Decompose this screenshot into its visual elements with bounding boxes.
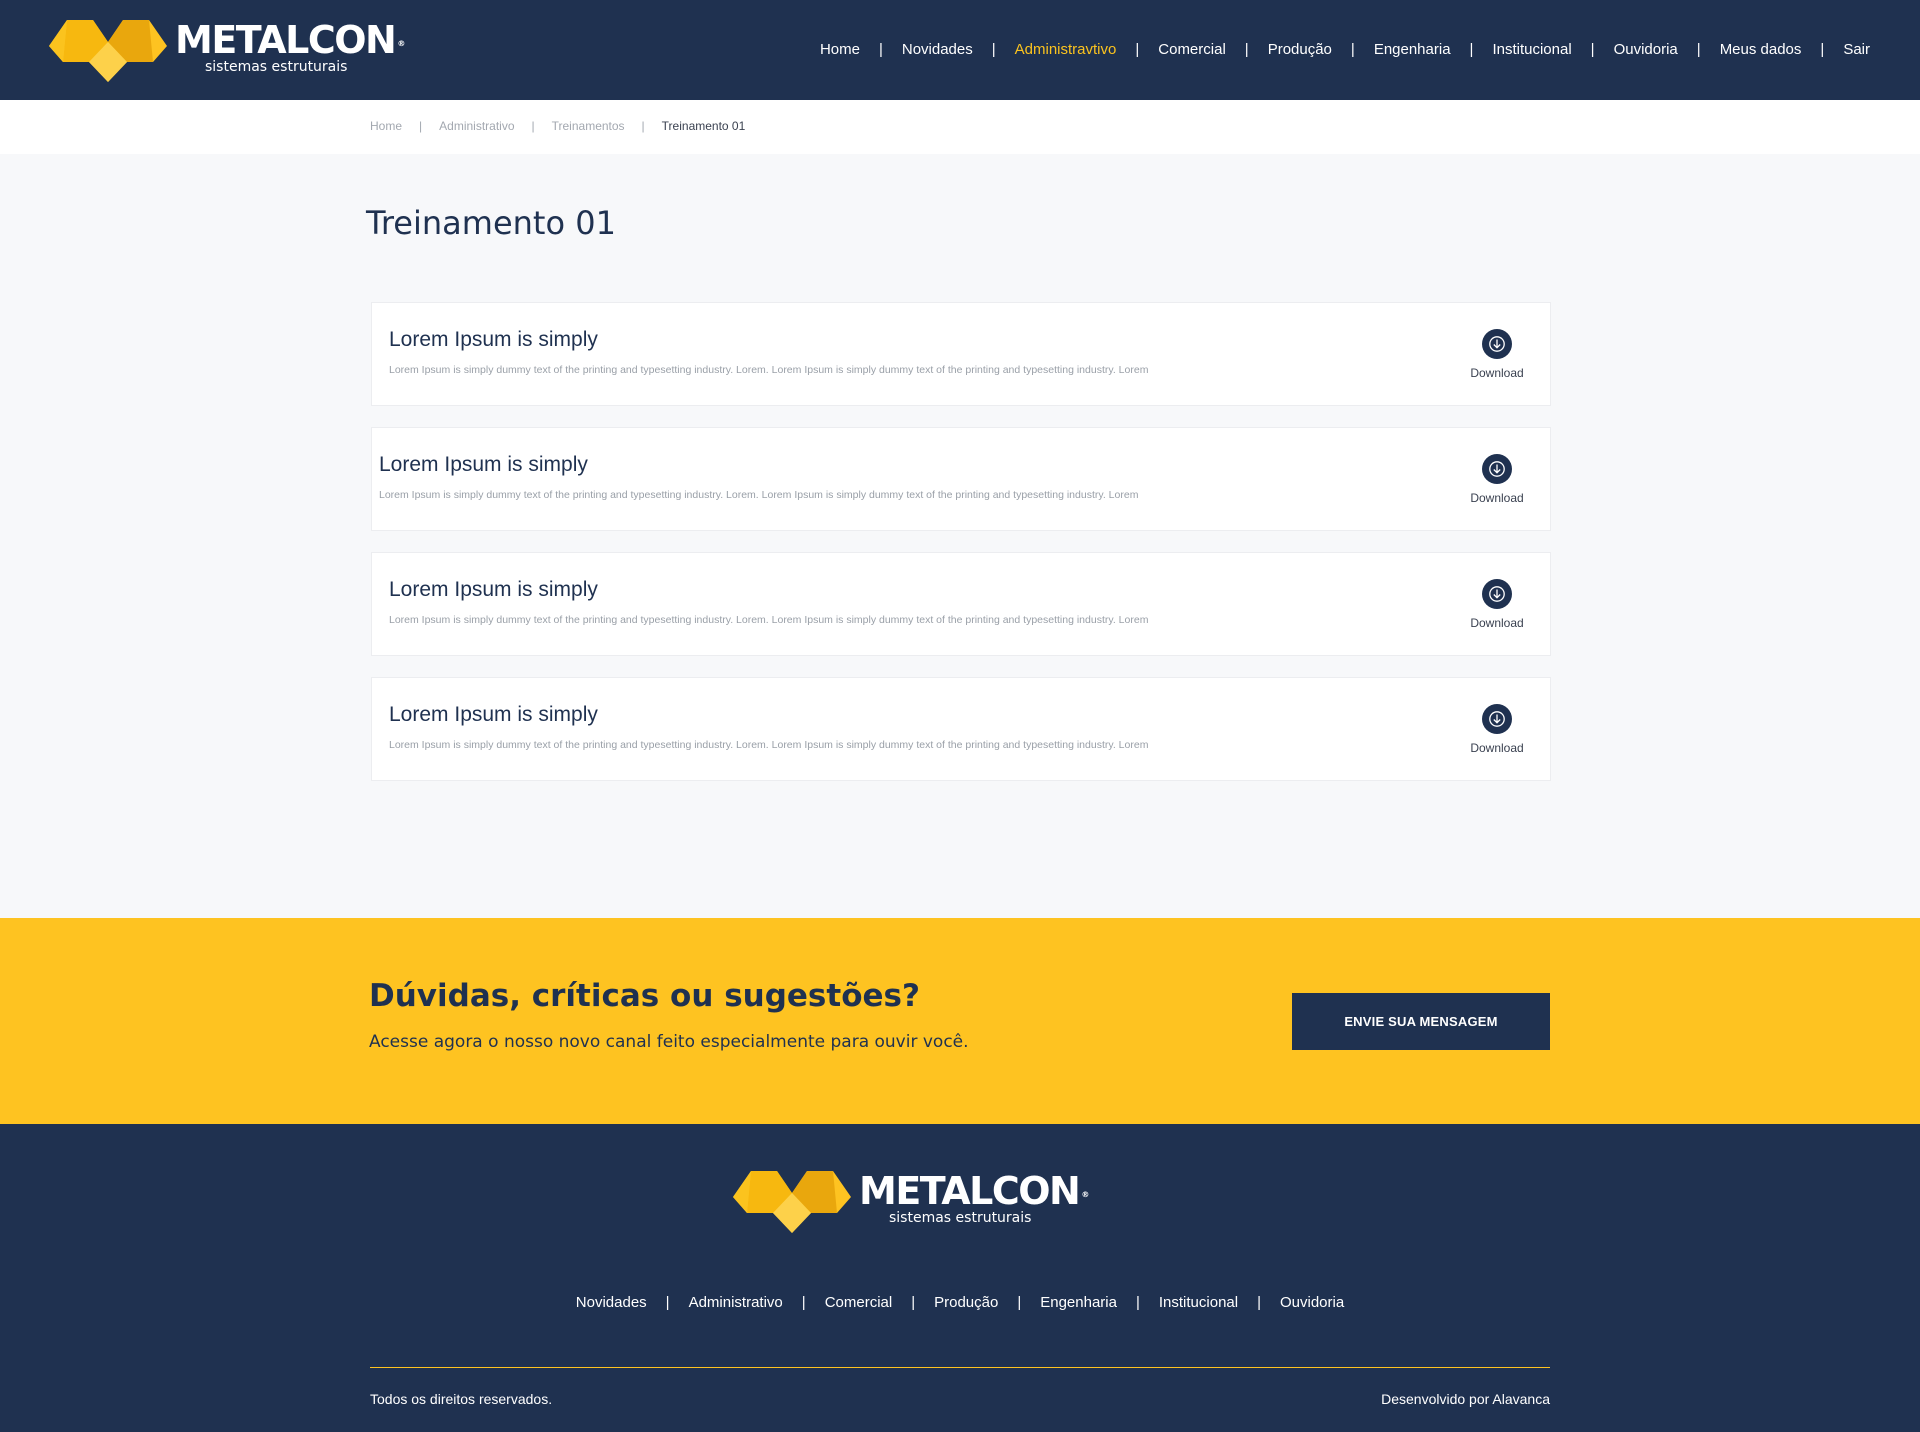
nav-separator: | xyxy=(1696,40,1701,58)
breadcrumb-separator: | xyxy=(531,119,535,133)
footer-logo[interactable]: METALCON ® sistemas estruturais xyxy=(733,1169,1089,1233)
download-button[interactable]: Download xyxy=(1464,704,1530,755)
nav-item-ouvidoria[interactable]: Ouvidoria xyxy=(1614,41,1678,58)
footer-nav-institucional[interactable]: Institucional xyxy=(1159,1294,1238,1311)
nav-separator: | xyxy=(1135,40,1140,58)
footer-nav-administrativo[interactable]: Administrativo xyxy=(689,1294,783,1311)
nav-separator: | xyxy=(1469,40,1474,58)
nav-separator: | xyxy=(1135,1294,1140,1311)
nav-separator: | xyxy=(1017,1294,1022,1311)
copyright-text: Todos os direitos reservados. xyxy=(370,1391,553,1407)
breadcrumb-current: Treinamento 01 xyxy=(661,119,746,133)
metalcon-mark-icon xyxy=(49,20,167,82)
nav-item-comercial[interactable]: Comercial xyxy=(1158,41,1226,58)
nav-item-sair[interactable]: Sair xyxy=(1843,41,1870,58)
download-label: Download xyxy=(1470,741,1524,755)
nav-separator: | xyxy=(1350,40,1355,58)
registered-mark: ® xyxy=(1081,1190,1090,1199)
training-item: Lorem Ipsum is simply Lorem Ipsum is sim… xyxy=(371,677,1551,781)
download-icon xyxy=(1482,454,1512,484)
brand-name: METALCON xyxy=(175,18,397,62)
send-message-button[interactable]: ENVIE SUA MENSAGEM xyxy=(1292,993,1550,1050)
brand-name: METALCON xyxy=(859,1169,1081,1213)
training-item-title: Lorem Ipsum is simply xyxy=(389,578,598,601)
training-item: Lorem Ipsum is simply Lorem Ipsum is sim… xyxy=(371,552,1551,656)
footer-divider xyxy=(370,1367,1550,1368)
cta-subtitle: Acesse agora o nosso novo canal feito es… xyxy=(369,1032,969,1052)
training-item-description: Lorem Ipsum is simply dummy text of the … xyxy=(379,489,1139,501)
site-header: METALCON ® sistemas estruturais Home | No… xyxy=(0,0,1920,100)
download-label: Download xyxy=(1470,616,1524,630)
footer-nav-comercial[interactable]: Comercial xyxy=(825,1294,893,1311)
developer-credit-link[interactable]: Desenvolvido por Alavanca xyxy=(1381,1391,1550,1407)
metalcon-logo[interactable]: METALCON ® sistemas estruturais xyxy=(49,18,405,82)
breadcrumb-treinamentos[interactable]: Treinamentos xyxy=(552,119,625,133)
nav-item-novidades[interactable]: Novidades xyxy=(902,41,973,58)
breadcrumb-home[interactable]: Home xyxy=(370,119,402,133)
page-title: Treinamento 01 xyxy=(366,204,616,242)
nav-item-producao[interactable]: Produção xyxy=(1268,41,1332,58)
nav-item-meus-dados[interactable]: Meus dados xyxy=(1720,41,1802,58)
download-button[interactable]: Download xyxy=(1464,329,1530,380)
footer-nav-producao[interactable]: Produção xyxy=(934,1294,998,1311)
nav-item-home[interactable]: Home xyxy=(820,41,860,58)
training-item-description: Lorem Ipsum is simply dummy text of the … xyxy=(389,364,1149,376)
feedback-cta: Dúvidas, críticas ou sugestões? Acesse a… xyxy=(0,918,1920,1124)
brand-tagline: sistemas estruturais xyxy=(205,59,348,75)
download-button[interactable]: Download xyxy=(1464,454,1530,505)
nav-separator: | xyxy=(1590,40,1595,58)
nav-separator: | xyxy=(878,40,883,58)
nav-separator: | xyxy=(1820,40,1825,58)
nav-item-administrativo[interactable]: Administravtivo xyxy=(1015,41,1117,58)
footer-nav-ouvidoria[interactable]: Ouvidoria xyxy=(1280,1294,1344,1311)
brand-tagline: sistemas estruturais xyxy=(889,1210,1032,1226)
nav-item-engenharia[interactable]: Engenharia xyxy=(1374,41,1451,58)
site-footer: METALCON ® sistemas estruturais Novidades… xyxy=(0,1124,1920,1432)
download-icon xyxy=(1482,579,1512,609)
training-item-title: Lorem Ipsum is simply xyxy=(379,453,588,476)
download-icon xyxy=(1482,329,1512,359)
nav-separator: | xyxy=(911,1294,916,1311)
nav-separator: | xyxy=(665,1294,670,1311)
nav-separator: | xyxy=(991,40,996,58)
nav-item-institucional[interactable]: Institucional xyxy=(1492,41,1571,58)
footer-nav: Novidades | Administrativo | Comercial |… xyxy=(0,1294,1920,1311)
registered-mark: ® xyxy=(397,39,406,48)
breadcrumb: Home | Administrativo | Treinamentos | T… xyxy=(370,119,745,133)
training-item-title: Lorem Ipsum is simply xyxy=(389,328,598,351)
training-item-title: Lorem Ipsum is simply xyxy=(389,703,598,726)
download-label: Download xyxy=(1470,366,1524,380)
training-item: Lorem Ipsum is simply Lorem Ipsum is sim… xyxy=(371,302,1551,406)
training-item: Lorem Ipsum is simply Lorem Ipsum is sim… xyxy=(371,427,1551,531)
footer-nav-novidades[interactable]: Novidades xyxy=(576,1294,647,1311)
breadcrumb-bar: Home | Administrativo | Treinamentos | T… xyxy=(0,100,1920,154)
training-item-description: Lorem Ipsum is simply dummy text of the … xyxy=(389,614,1149,626)
download-button[interactable]: Download xyxy=(1464,579,1530,630)
download-label: Download xyxy=(1470,491,1524,505)
nav-separator: | xyxy=(1244,40,1249,58)
nav-separator: | xyxy=(1257,1294,1261,1311)
main-nav: Home | Novidades | Administravtivo | Com… xyxy=(820,38,1870,60)
cta-title: Dúvidas, críticas ou sugestões? xyxy=(369,978,920,1014)
breadcrumb-separator: | xyxy=(641,119,645,133)
footer-nav-engenharia[interactable]: Engenharia xyxy=(1040,1294,1117,1311)
training-item-description: Lorem Ipsum is simply dummy text of the … xyxy=(389,739,1149,751)
breadcrumb-administrativo[interactable]: Administrativo xyxy=(439,119,514,133)
nav-separator: | xyxy=(801,1294,806,1311)
download-icon xyxy=(1482,704,1512,734)
breadcrumb-separator: | xyxy=(419,119,423,133)
metalcon-mark-icon xyxy=(733,1171,851,1233)
